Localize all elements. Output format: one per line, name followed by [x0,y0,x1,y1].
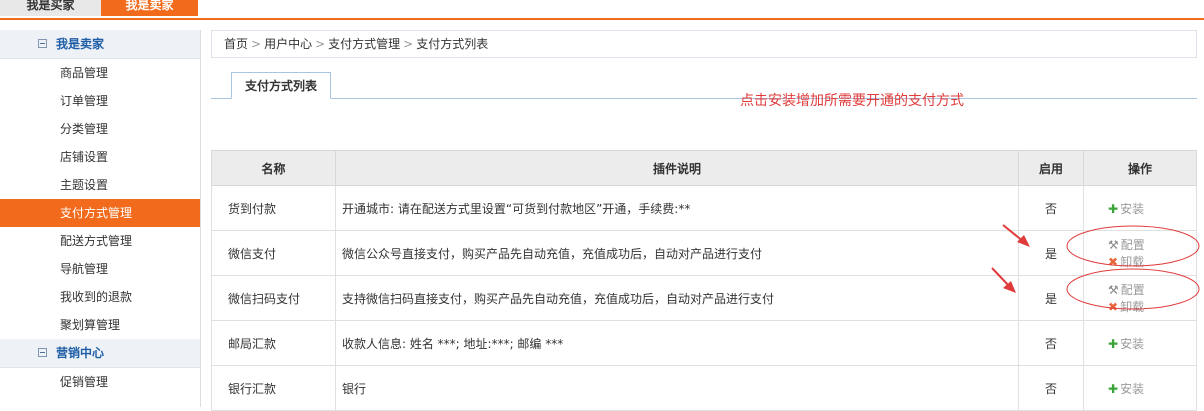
payment-table: 名称 插件说明 启用 操作 货到付款 开通城市: 请在配送方式里设置“可货到付款地… [211,150,1197,411]
sidebar-item[interactable]: 支付方式管理 [0,199,200,227]
x-icon: ✖ [1108,255,1119,269]
seller-tab[interactable]: 我是卖家 [101,0,198,16]
plus-icon: ✚ [1108,336,1119,351]
sidebar-items: 商品管理 订单管理 分类管理 店铺设置 主题设置 支付方式管理 配送方式管理 导航管理 我收到的… [0,59,200,339]
cell-enabled: 否 [1018,185,1084,231]
cell-desc: 支持微信扫码直接支付，购买产品先自动充值，充值成功后，自动对产品进行支付 [335,275,1019,321]
op-label: 配置 [1120,283,1145,297]
cell-name: 邮局汇款 [211,320,336,366]
breadcrumb-item: 支付方式列表 [416,37,489,51]
breadcrumb-separator: > [251,37,262,51]
cell-ops: ✚ 安装 [1083,320,1197,366]
sidebar-item[interactable]: 分类管理 [0,115,200,143]
cell-name: 货到付款 [211,185,336,231]
install-button[interactable]: ✚ 安装 [1108,335,1144,352]
cell-ops: ⚒ 配置✖ 卸载 [1083,230,1197,276]
plus-icon: ✚ [1108,201,1119,216]
sidebar-item[interactable]: 商品管理 [0,59,200,87]
sidebar-item[interactable]: 店铺设置 [0,143,200,171]
cell-desc: 收款人信息: 姓名 ***; 地址:***; 邮编 *** [335,320,1019,366]
breadcrumb-separator: > [315,37,326,51]
breadcrumb-separator: > [403,37,414,51]
sidebar-section-seller[interactable]: 我是卖家 [0,30,200,59]
table-row: 银行汇款 银行否 ✚ 安装 [211,365,1197,411]
table-row: 微信支付 微信公众号直接支付，购买产品先自动充值，充值成功后，自动对产品进行支付是… [211,230,1197,276]
sidebar-item[interactable]: 订单管理 [0,87,200,115]
cell-desc: 银行 [335,365,1019,411]
breadcrumb-item[interactable]: 首页 [224,37,248,51]
op-label: 卸载 [1120,300,1145,314]
breadcrumb-item[interactable]: 支付方式管理 [328,37,400,51]
header-desc: 插件说明 [335,150,1019,186]
table-header-row: 名称 插件说明 启用 操作 [211,150,1197,186]
sidebar-item[interactable]: 聚划算管理 [0,311,200,339]
cell-desc: 开通城市: 请在配送方式里设置“可货到付款地区”开通，手续费:** [335,185,1019,231]
tab-divider [211,98,1197,99]
plus-icon: ✚ [1108,381,1119,396]
sidebar-section-label: 我是卖家 [56,37,105,51]
sidebar-section-label: 营销中心 [56,346,105,360]
header-ops: 操作 [1083,150,1197,186]
op-label: 安装 [1120,201,1145,216]
sidebar-item[interactable]: 主题设置 [0,171,200,199]
collapse-icon[interactable] [38,348,47,357]
sidebar-section-marketing[interactable]: 营销中心 [0,339,200,368]
sidebar: 我是卖家 商品管理 订单管理 分类管理 店铺设置 主题设置 支付方式管理 配送方式管理 导航管… [0,30,201,407]
config-button[interactable]: ⚒ 配置 [1108,236,1145,253]
cell-ops: ✚ 安装 [1083,365,1197,411]
buyer-tab[interactable]: 我是买家 [0,0,101,16]
header-enabled: 启用 [1018,150,1084,186]
cell-name: 微信支付 [211,230,336,276]
collapse-icon[interactable] [38,39,47,48]
cell-name: 银行汇款 [211,365,336,411]
breadcrumb-item[interactable]: 用户中心 [264,37,312,51]
header-name: 名称 [211,150,336,186]
wrench-icon: ⚒ [1108,283,1119,297]
tab-payment-list[interactable]: 支付方式列表 [231,72,331,99]
cell-enabled: 是 [1018,230,1084,276]
sidebar-item[interactable]: 促销管理 [0,368,200,396]
table-row: 微信扫码支付 支持微信扫码直接支付，购买产品先自动充值，充值成功后，自动对产品进行… [211,275,1197,321]
breadcrumb: 首页 > 用户中心 > 支付方式管理 > 支付方式列表 [211,30,1197,58]
cell-enabled: 否 [1018,320,1084,366]
cell-name: 微信扫码支付 [211,275,336,321]
cell-enabled: 否 [1018,365,1084,411]
install-button[interactable]: ✚ 安装 [1108,200,1144,217]
cell-enabled: 是 [1018,275,1084,321]
sidebar-item[interactable]: 导航管理 [0,255,200,283]
table-row: 邮局汇款 收款人信息: 姓名 ***; 地址:***; 邮编 *** 否 ✚ 安装 [211,320,1197,366]
install-button[interactable]: ✚ 安装 [1108,380,1144,397]
op-label: 安装 [1120,381,1145,396]
sidebar-item[interactable]: 配送方式管理 [0,227,200,255]
config-button[interactable]: ⚒ 配置 [1108,281,1145,298]
annotation-text: 点击安装增加所需要开通的支付方式 [740,93,964,109]
sidebar-item[interactable]: 我收到的退款 [0,283,200,311]
top-nav: 我是买家 我是卖家 [0,0,1204,20]
op-label: 安装 [1120,336,1145,351]
cell-desc: 微信公众号直接支付，购买产品先自动充值，充值成功后，自动对产品进行支付 [335,230,1019,276]
cell-ops: ✚ 安装 [1083,185,1197,231]
op-label: 配置 [1120,238,1145,252]
uninstall-button[interactable]: ✖ 卸载 [1108,253,1144,270]
cell-ops: ⚒ 配置✖ 卸载 [1083,275,1197,321]
x-icon: ✖ [1108,300,1119,314]
sidebar-items-marketing: 促销管理 [0,368,200,396]
op-label: 卸载 [1120,255,1145,269]
table-row: 货到付款 开通城市: 请在配送方式里设置“可货到付款地区”开通，手续费:** 否 ✚ 安… [211,185,1197,231]
wrench-icon: ⚒ [1108,238,1119,252]
uninstall-button[interactable]: ✖ 卸载 [1108,298,1144,315]
